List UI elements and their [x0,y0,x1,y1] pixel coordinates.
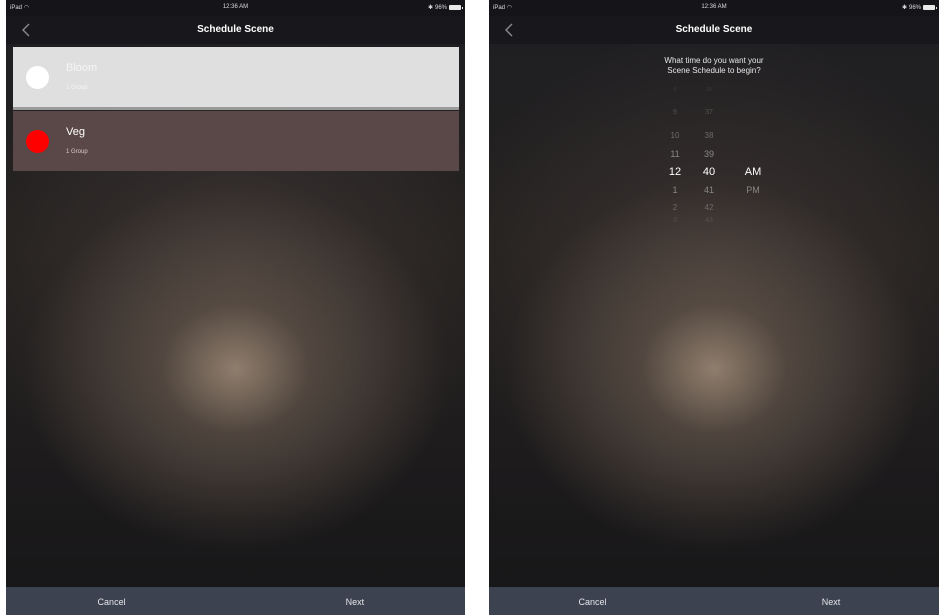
battery-icon [923,5,937,10]
bluetooth-icon: ✱ [901,5,907,11]
hour-option[interactable]: 11 [660,148,690,160]
hour-option[interactable]: 2 [660,202,690,214]
bluetooth-icon: ✱ [427,5,433,11]
period-option[interactable]: PM [738,184,768,196]
cancel-button[interactable]: Cancel [98,597,126,607]
page-title: Schedule Scene [197,24,274,35]
schedule-question: What time do you want your Scene Schedul… [489,56,939,76]
next-button[interactable]: Next [346,597,365,607]
hour-option[interactable]: 1 [660,184,690,196]
minute-option[interactable]: 38 [694,130,724,142]
hour-option[interactable]: 8 [660,84,690,96]
minute-option[interactable]: 43 [694,215,724,227]
hour-option[interactable]: 3 [660,215,690,227]
battery-percent: 96% [908,4,921,11]
hour-option[interactable]: 10 [660,130,690,142]
nav-bar: Schedule Scene [6,16,465,44]
scene-color-swatch [26,66,49,89]
minute-option[interactable]: 37 [694,107,724,119]
schedule-time-picker-screen: iPad ◠ 12:36 AM ✱ 96% Schedule Scene Wha… [489,0,939,615]
battery-icon [449,5,463,10]
minute-option[interactable]: 40 [694,166,724,178]
minute-option[interactable]: 42 [694,202,724,214]
status-right: ✱ 96% [901,4,937,11]
scene-row-bloom[interactable]: Bloom 1 Group [13,47,459,110]
scene-color-swatch [26,130,49,153]
scene-name: Veg [66,126,85,138]
nav-bar: Schedule Scene [489,16,939,44]
question-line-1: What time do you want your [664,56,764,65]
scene-group-count: 1 Group [66,85,88,91]
bottom-action-bar: Cancel Next [6,587,465,615]
time-picker: 8 9 10 11 12 1 2 3 4 36 37 38 39 40 41 42 43 44 AM PM [489,87,939,237]
cancel-button[interactable]: Cancel [578,597,606,607]
scene-row-veg[interactable]: Veg 1 Group [13,111,459,171]
bottom-action-bar: Cancel Next [489,587,939,615]
minute-option[interactable]: 44 [694,228,724,240]
hour-option[interactable]: 4 [660,228,690,240]
schedule-scene-list-screen: iPad ◠ 12:36 AM ✱ 96% Schedule Scene Blo… [6,0,465,615]
minute-option[interactable]: 41 [694,184,724,196]
status-bar: iPad ◠ 12:36 AM ✱ 96% [489,0,939,16]
next-button[interactable]: Next [822,597,841,607]
status-right: ✱ 96% [427,4,463,11]
scene-group-count: 1 Group [66,149,88,155]
minute-option[interactable]: 36 [694,84,724,96]
period-option[interactable]: AM [738,166,768,178]
status-bar: iPad ◠ 12:36 AM ✱ 96% [6,0,465,16]
scene-name: Bloom [66,62,98,74]
hour-option[interactable]: 12 [660,166,690,178]
battery-percent: 96% [434,4,447,11]
question-line-2: Scene Schedule to begin? [667,66,761,75]
status-time: 12:36 AM [222,4,249,10]
page-title: Schedule Scene [675,24,753,35]
status-time: 12:36 AM [701,4,727,10]
hour-option[interactable]: 9 [660,107,690,119]
minute-option[interactable]: 39 [694,148,724,160]
